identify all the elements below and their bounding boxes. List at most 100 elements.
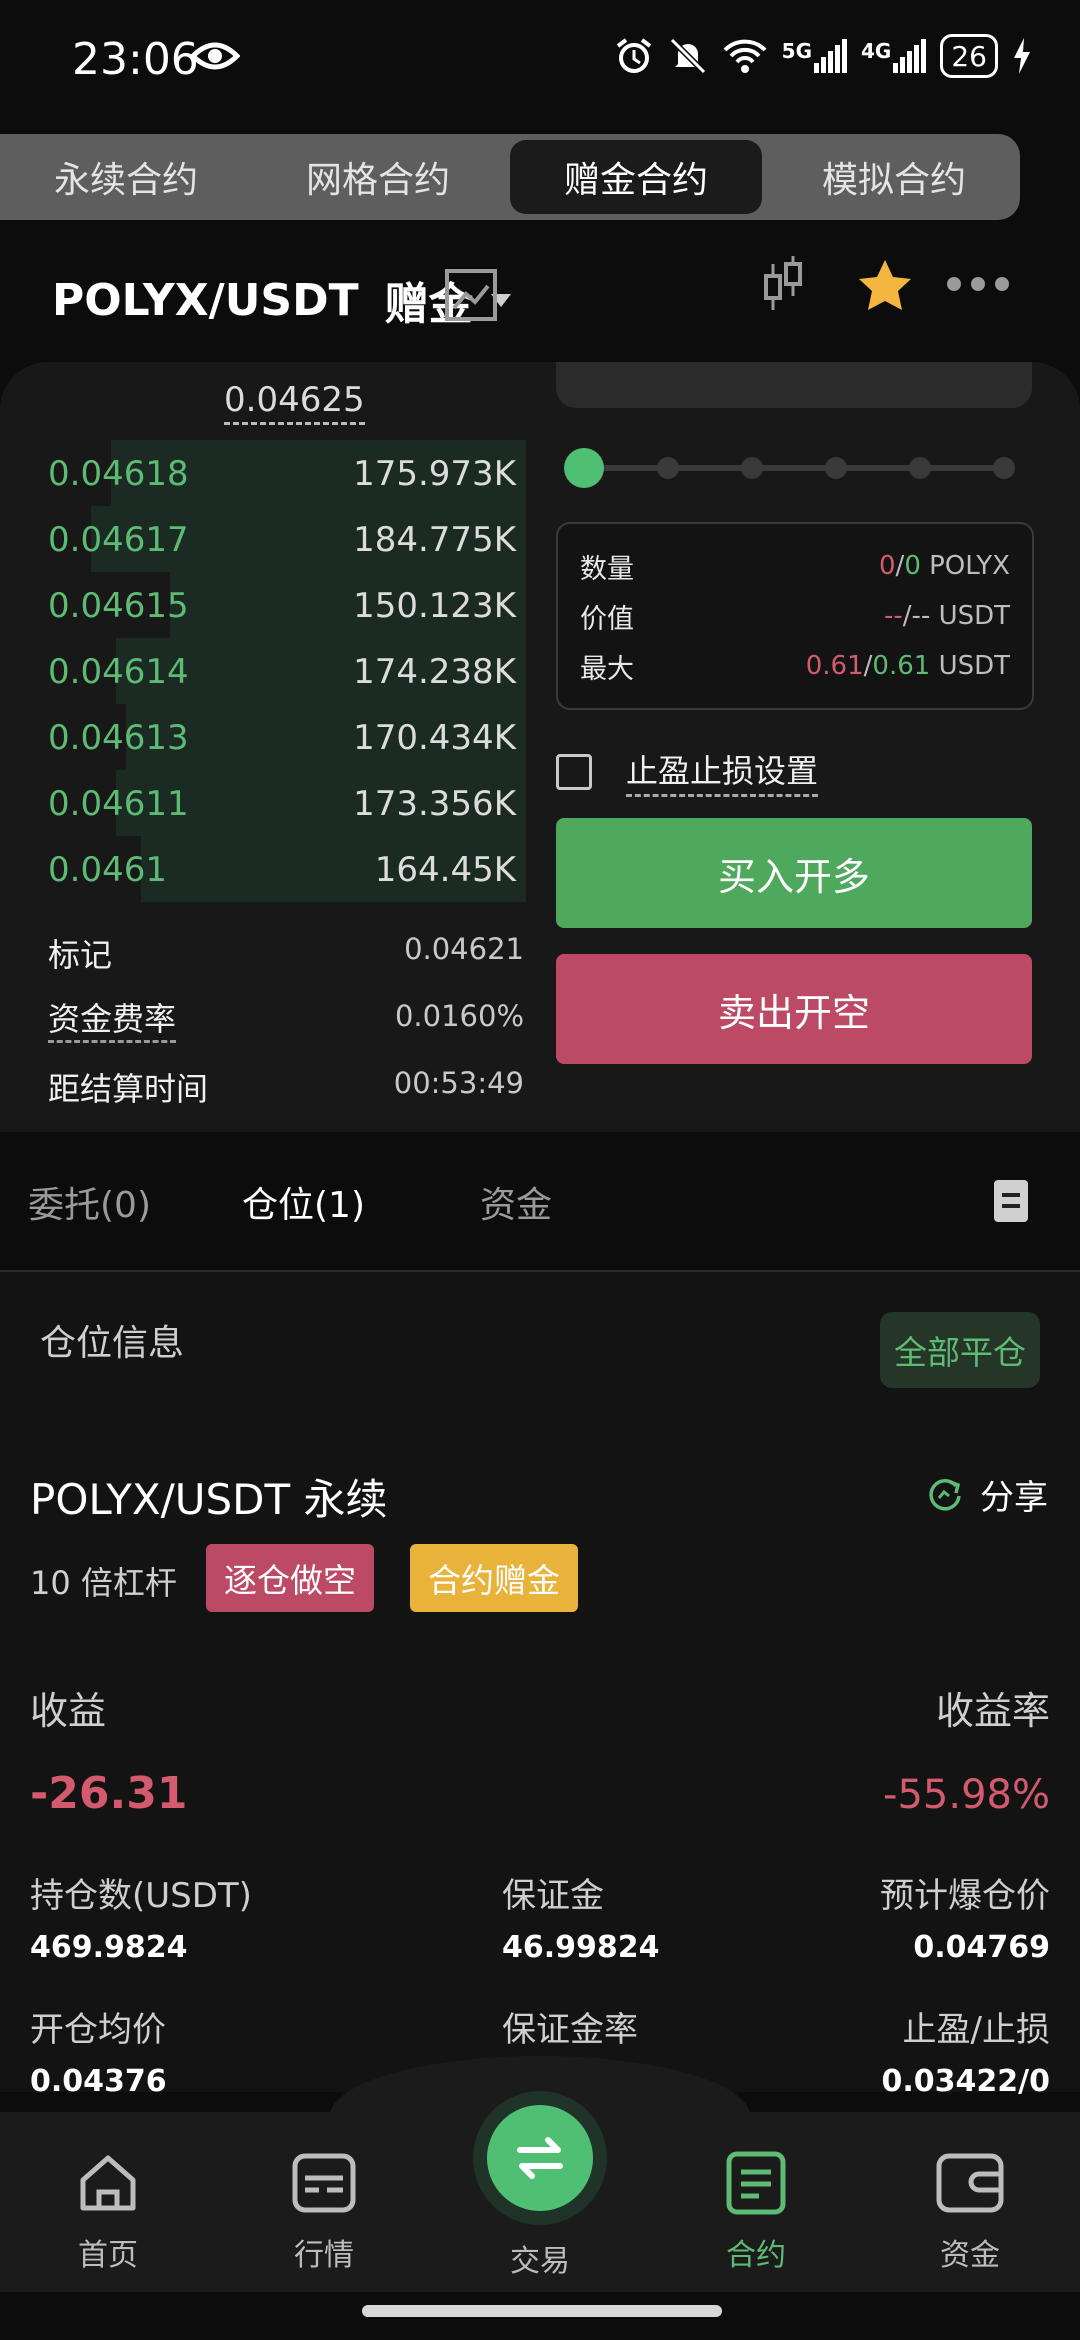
book-size: 170.434K xyxy=(353,718,516,758)
tpsl-label[interactable]: 止盈止损设置 xyxy=(626,746,819,797)
max-b: 0.61 xyxy=(872,651,931,681)
contract-mode-tabs: 永续合约 网格合约 赠金合约 模拟合约 xyxy=(0,134,1020,220)
book-size: 173.356K xyxy=(353,784,516,824)
book-price: 0.04613 xyxy=(48,718,189,758)
entry-price-value: 0.04376 xyxy=(30,2064,167,2099)
book-row[interactable]: 0.04614 174.238K xyxy=(32,638,526,704)
document-icon[interactable] xyxy=(994,1180,1028,1222)
slider-stop xyxy=(657,457,679,479)
slider-stop xyxy=(909,457,931,479)
qty-row: 数量 0/0 POLYX xyxy=(580,546,1010,586)
tpsl-summary-label: 止盈/止损 xyxy=(902,2010,1050,2050)
value-a: -- xyxy=(884,601,903,631)
value-label: 价值 xyxy=(580,603,634,635)
close-all-button[interactable]: 全部平仓 xyxy=(880,1312,1040,1388)
max-row: 最大 0.61/0.61 USDT xyxy=(580,646,1010,686)
tab-perpetual[interactable]: 永续合约 xyxy=(0,134,252,220)
roe-label: 收益率 xyxy=(935,1689,1050,1733)
margin-value: 46.99824 xyxy=(502,1930,660,1965)
max-unit: USDT xyxy=(938,651,1010,681)
value-b: -- xyxy=(911,601,931,631)
tpsl-toggle[interactable]: 止盈止损设置 xyxy=(556,746,819,797)
share-button[interactable]: 分享 xyxy=(926,1470,1048,1519)
swap-icon xyxy=(517,2137,563,2179)
nav-wallet[interactable]: 资金 xyxy=(900,2150,1040,2274)
book-price: 0.04617 xyxy=(48,520,189,560)
tpsl-checkbox[interactable] xyxy=(556,753,592,790)
star-icon[interactable] xyxy=(856,258,914,314)
book-row[interactable]: 0.04615 150.123K xyxy=(32,572,526,638)
nav-home-label: 首页 xyxy=(78,2238,138,2273)
max-a: 0.61 xyxy=(805,651,864,681)
wallet-icon xyxy=(936,2153,1004,2213)
tab-orders[interactable]: 委托(0) xyxy=(28,1176,151,1228)
nav-contract[interactable]: 合约 xyxy=(686,2150,826,2274)
more-icon[interactable] xyxy=(946,274,1010,294)
tpsl-summary-value: 0.03422/0 xyxy=(881,2064,1050,2099)
eye-icon xyxy=(190,42,240,70)
charging-icon xyxy=(1014,38,1030,74)
book-size: 174.238K xyxy=(353,652,516,692)
order-book: 0.04618 175.973K 0.04617 184.775K 0.04615 1… xyxy=(32,440,526,902)
book-row[interactable]: 0.04613 170.434K xyxy=(32,704,526,770)
nav-home[interactable]: 首页 xyxy=(38,2150,178,2274)
amount-slider[interactable] xyxy=(564,448,1024,488)
book-row[interactable]: 0.04618 175.973K xyxy=(32,440,526,506)
candlestick-icon[interactable] xyxy=(758,254,808,314)
book-size: 164.45K xyxy=(374,850,516,890)
bonus-badge: 合约赠金 xyxy=(410,1544,578,1612)
tab-assets[interactable]: 资金 xyxy=(480,1176,552,1228)
nav-market[interactable]: 行情 xyxy=(254,2150,394,2274)
margin-label: 保证金 xyxy=(502,1876,604,1916)
share-label: 分享 xyxy=(980,1478,1048,1518)
buy-long-button[interactable]: 买入开多 xyxy=(556,818,1032,928)
position-card xyxy=(0,1272,1080,2092)
book-price: 0.04615 xyxy=(48,586,189,626)
slider-stop xyxy=(825,457,847,479)
status-icons: 5G 4G 26 xyxy=(614,30,1032,82)
net-4g-label: 4G xyxy=(861,39,892,63)
tab-bonus[interactable]: 赠金合约 xyxy=(510,140,762,214)
price-input[interactable] xyxy=(556,362,1032,408)
book-price: 0.0461 xyxy=(48,850,167,890)
status-time: 23:06 xyxy=(72,34,199,85)
book-row[interactable]: 0.04617 184.775K xyxy=(32,506,526,572)
position-title[interactable]: POLYX/USDT 永续 xyxy=(30,1466,388,1527)
mid-price[interactable]: 0.04625 xyxy=(224,380,365,425)
qty-a: 0 xyxy=(879,551,896,581)
mark-price-label: 标记 xyxy=(48,936,113,974)
home-indicator xyxy=(362,2305,722,2317)
liq-price-label: 预计爆仓价 xyxy=(880,1876,1050,1916)
book-row[interactable]: 0.0461 164.45K xyxy=(32,836,526,902)
book-price: 0.04618 xyxy=(48,454,189,494)
leverage-label: 10 倍杠杆 xyxy=(30,1564,177,1602)
liq-price-value: 0.04769 xyxy=(913,1930,1050,1965)
nav-trade-label[interactable]: 交易 xyxy=(480,2236,600,2280)
book-price: 0.04614 xyxy=(48,652,189,692)
book-size: 150.123K xyxy=(353,586,516,626)
max-label: 最大 xyxy=(580,653,634,685)
qty-b: 0 xyxy=(904,551,921,581)
book-row[interactable]: 0.04611 173.356K xyxy=(32,770,526,836)
sell-short-button[interactable]: 卖出开空 xyxy=(556,954,1032,1064)
pnl-label: 收益 xyxy=(30,1689,107,1733)
entry-price-label: 开仓均价 xyxy=(30,2010,166,2050)
funding-rate-label[interactable]: 资金费率 xyxy=(48,994,177,1043)
market-icon xyxy=(292,2153,356,2213)
nav-trade[interactable] xyxy=(487,2105,593,2211)
pair-selector[interactable]: POLYX/USDT 赠金 xyxy=(52,268,511,332)
tab-demo[interactable]: 模拟合约 xyxy=(768,134,1020,220)
mute-bell-icon xyxy=(669,37,706,75)
tab-grid[interactable]: 网格合约 xyxy=(252,134,504,220)
slider-stop xyxy=(741,457,763,479)
pair-name: POLYX/USDT xyxy=(52,274,359,326)
position-size-value: 469.9824 xyxy=(30,1930,188,1965)
margin-rate-label: 保证金率 xyxy=(502,2010,638,2050)
battery-indicator: 26 xyxy=(940,34,998,78)
position-size-label: 持仓数(USDT) xyxy=(30,1876,252,1916)
mark-price-value: 0.04621 xyxy=(404,932,524,966)
side-badge: 逐仓做空 xyxy=(206,1544,374,1612)
line-chart-icon[interactable] xyxy=(444,268,498,322)
tab-positions[interactable]: 仓位(1) xyxy=(242,1176,365,1228)
settlement-time-value: 00:53:49 xyxy=(393,1066,524,1100)
